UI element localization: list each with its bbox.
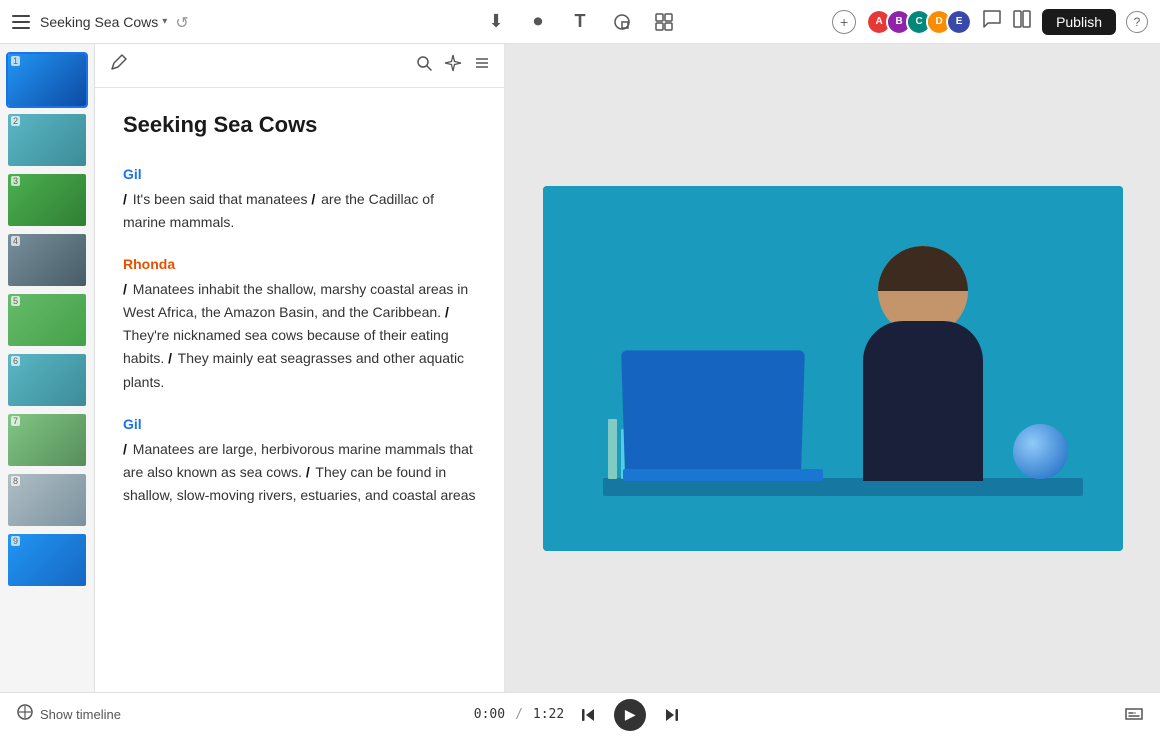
top-bar: Seeking Sea Cows ▾ ↺ ⬇ ⏺ T + A B C D E P… [0,0,1160,44]
script-text-3[interactable]: / Manatees are large, herbivorous marine… [123,438,476,507]
script-block-1: Gil / It's been said that manatees / are… [123,166,476,234]
slide-number: 2 [11,116,20,126]
script-toolbar-left [109,54,127,77]
slide-thumbnail-8[interactable]: 8 [6,472,88,528]
shapes-icon[interactable] [610,10,634,34]
slide-preview [543,186,1123,551]
script-content: Seeking Sea Cows Gil / It's been said th… [95,88,504,692]
speaker-label-gil: Gil [123,166,476,182]
slide-number: 4 [11,236,20,246]
avatar: E [946,9,972,35]
bottom-left: Show timeline [16,703,392,726]
skip-forward-button[interactable] [658,701,686,729]
play-button[interactable]: ▶ [614,699,646,731]
toolbar-center: ⬇ ⏺ T [393,10,766,34]
laptop-base [623,469,823,481]
preview-panel [505,44,1160,692]
show-timeline-button[interactable]: Show timeline [16,703,121,726]
slide-thumbnail-1[interactable]: 1 [6,52,88,108]
slide-thumbnail-4[interactable]: 4 [6,232,88,288]
total-time: 1:22 [533,707,564,722]
main-content: 1 2 3 4 5 6 7 8 [0,44,1160,692]
slide-number: 7 [11,416,20,426]
captions-button[interactable] [1124,705,1144,725]
script-block-2: Rhonda / Manatees inhabit the shallow, m… [123,256,476,393]
slide-number: 3 [11,176,20,186]
current-time: 0:00 [474,707,505,722]
slide-number: 5 [11,296,20,306]
help-icon[interactable]: ? [1126,11,1148,33]
person-decoration [843,241,1003,481]
top-bar-left: Seeking Sea Cows ▾ ↺ [12,12,385,32]
slide-thumbnail-6[interactable]: 6 [6,352,88,408]
add-collaborator-button[interactable]: + [832,10,856,34]
list-icon[interactable] [474,55,490,76]
slide-thumbnail-7[interactable]: 7 [6,412,88,468]
slide-number: 6 [11,356,20,366]
comment-icon[interactable] [982,9,1002,34]
person-body [863,321,983,481]
document-title[interactable]: Seeking Sea Cows ▾ [40,14,167,30]
undo-icon[interactable]: ↺ [175,13,193,31]
timeline-icon [16,703,34,726]
sphere-decoration [1013,424,1068,479]
show-timeline-label: Show timeline [40,707,121,722]
time-separator: / [515,707,523,722]
script-marker: / [311,191,315,207]
slide-number: 1 [11,56,20,66]
laptop-decoration [623,351,823,481]
laptop-screen [621,350,805,469]
menu-icon[interactable] [12,12,32,32]
person-hair [878,246,968,291]
search-icon[interactable] [416,55,432,76]
script-block-3: Gil / Manatees are large, herbivorous ma… [123,416,476,507]
grid-icon[interactable] [652,10,676,34]
bottom-bar: Show timeline 0:00 / 1:22 ▶ [0,692,1160,736]
script-text-2[interactable]: / Manatees inhabit the shallow, marshy c… [123,278,476,393]
pen-icon[interactable] [109,54,127,77]
layout-icon[interactable] [1012,9,1032,34]
script-toolbar [95,44,504,88]
script-panel: Seeking Sea Cows Gil / It's been said th… [95,44,505,692]
ai-sparkle-icon[interactable] [444,54,462,77]
title-chevron-icon: ▾ [162,16,167,27]
script-text-1[interactable]: / It's been said that manatees / are the… [123,188,476,234]
script-marker: / [123,191,127,207]
script-marker: / [123,441,127,457]
slide-thumbnail-9[interactable]: 9 [6,532,88,588]
slide-panel: 1 2 3 4 5 6 7 8 [0,44,95,692]
slide-thumbnail-5[interactable]: 5 [6,292,88,348]
bottom-right [768,705,1144,725]
publish-button[interactable]: Publish [1042,9,1116,35]
top-bar-right: + A B C D E Publish ? [775,9,1148,35]
record-icon[interactable]: ⏺ [526,10,550,34]
speaker-label-rhonda: Rhonda [123,256,476,272]
script-title: Seeking Sea Cows [123,112,476,138]
script-marker: / [123,281,127,297]
script-toolbar-right [416,54,490,77]
slide-number: 8 [11,476,20,486]
bottom-center: 0:00 / 1:22 ▶ [392,699,768,731]
speaker-label-gil-2: Gil [123,416,476,432]
slide-thumbnail-2[interactable]: 2 [6,112,88,168]
script-marker: / [445,304,449,320]
script-marker: / [306,464,310,480]
skip-back-button[interactable] [574,701,602,729]
script-marker: / [168,350,172,366]
text-icon[interactable]: T [568,10,592,34]
scene [543,186,1123,551]
play-controls: ▶ [574,699,686,731]
slide-thumbnail-3[interactable]: 3 [6,172,88,228]
slide-number: 9 [11,536,20,546]
download-icon[interactable]: ⬇ [484,10,508,34]
collaborator-avatars: A B C D E [866,9,972,35]
